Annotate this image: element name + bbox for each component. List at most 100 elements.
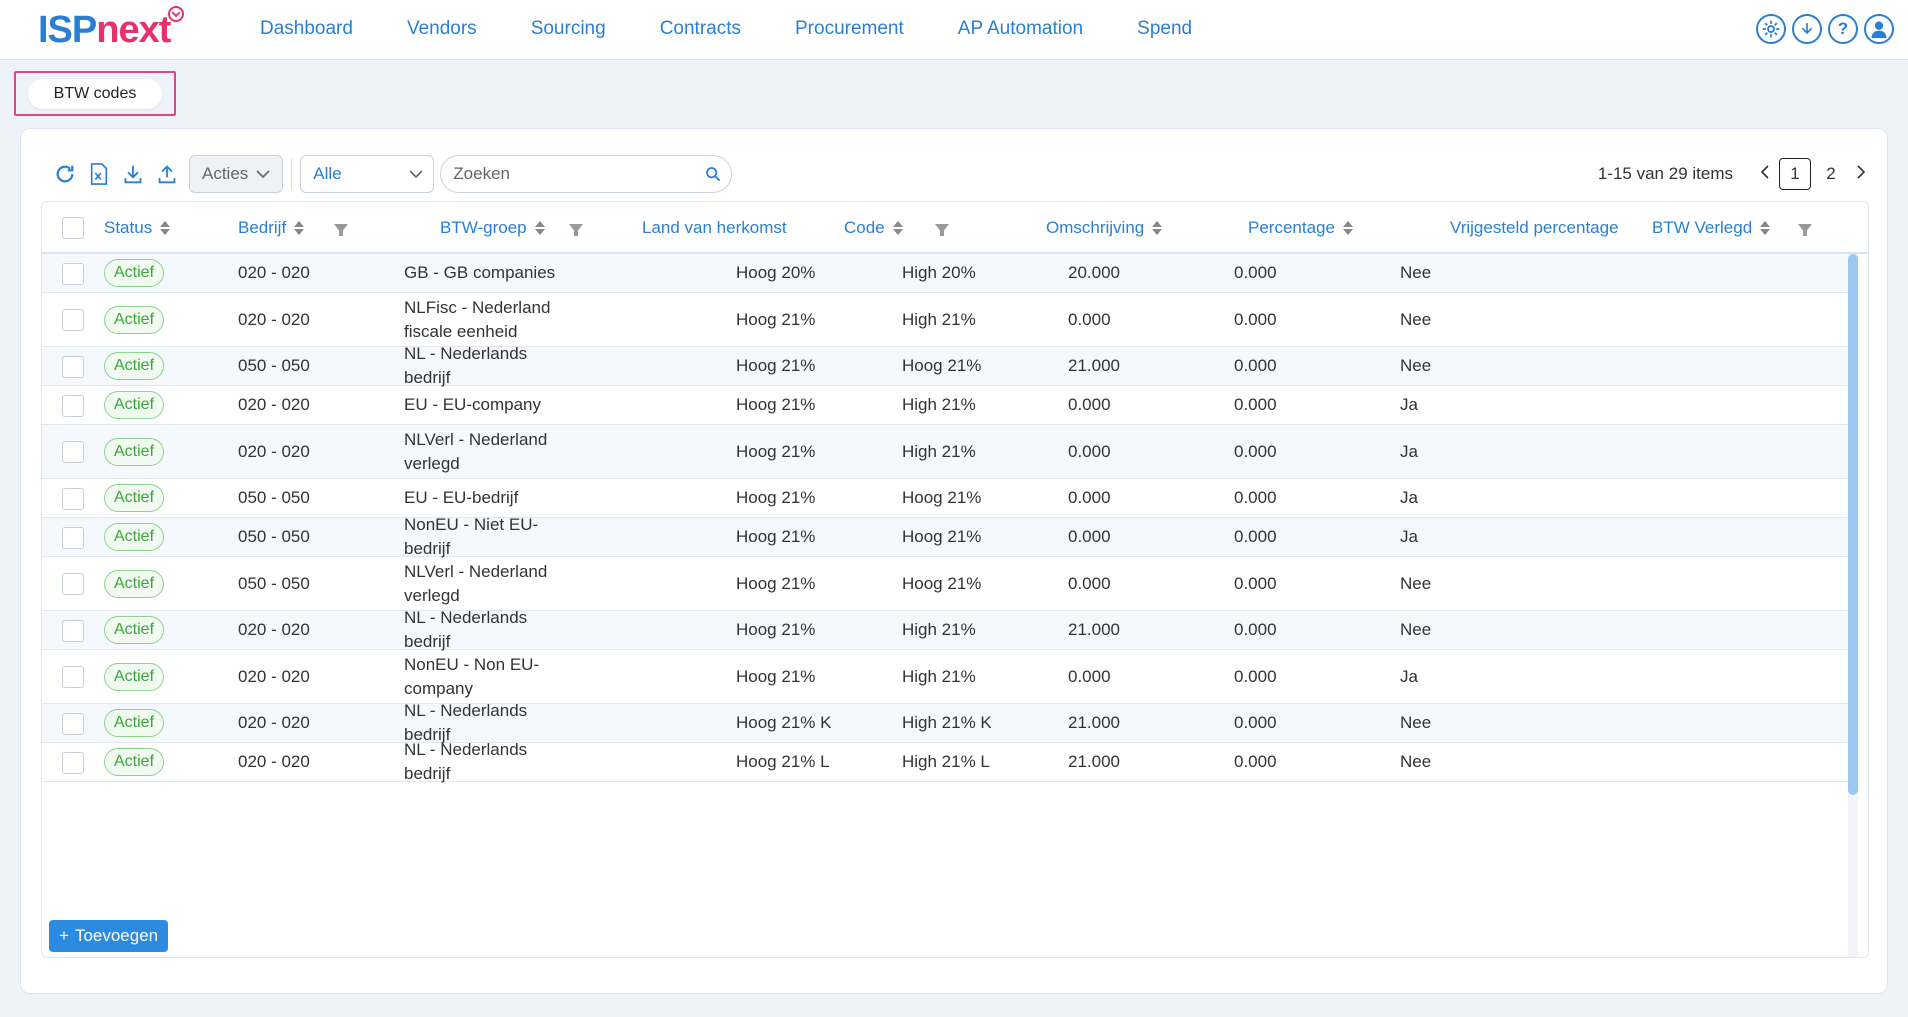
row-checkbox[interactable] [62, 309, 84, 331]
nav-vendors[interactable]: Vendors [407, 18, 477, 40]
cell-bedrijf: 050 - 050 [238, 356, 310, 375]
table-row[interactable]: Actief 050 - 050 NL - Nederlands bedrijf Ho… [42, 344, 1852, 387]
cell-code: Hoog 21% [736, 527, 816, 546]
excel-export-icon[interactable] [83, 158, 115, 190]
cell-bedrijf: 050 - 050 [238, 573, 310, 593]
filter-icon[interactable] [569, 224, 583, 236]
cell-code: Hoog 21% [736, 395, 816, 414]
actions-label: Acties [202, 164, 249, 183]
actions-dropdown[interactable]: Acties [189, 155, 284, 193]
column-header-btw-verlegd[interactable]: BTW Verlegd [1652, 202, 1782, 254]
cell-verlegd: Nee [1400, 713, 1432, 732]
column-header-land-van-herkomst[interactable]: Land van herkomst [642, 202, 832, 254]
row-checkbox[interactable] [62, 488, 84, 510]
status-badge: Actief [104, 305, 165, 334]
select-all-checkbox[interactable] [62, 217, 84, 239]
main-nav: Dashboard Vendors Sourcing Contracts Pro… [260, 0, 1246, 58]
cell-percentage: 0.000 [1068, 395, 1111, 414]
filter-select[interactable]: Alle [300, 155, 435, 193]
page-2-button[interactable]: 2 [1815, 158, 1847, 190]
cell-percentage: 20.000 [1068, 263, 1120, 282]
search-icon[interactable] [705, 166, 721, 182]
row-checkbox[interactable] [62, 573, 84, 595]
nav-spend[interactable]: Spend [1137, 18, 1192, 40]
cell-code: Hoog 21% [736, 666, 816, 686]
scrollbar-thumb[interactable] [1848, 254, 1858, 795]
filter-icon[interactable] [334, 224, 348, 236]
cell-verlegd: Nee [1400, 620, 1432, 639]
download-icon[interactable] [117, 158, 149, 190]
filter-icon[interactable] [935, 224, 949, 236]
table-row[interactable]: Actief 050 - 050 NonEU - Niet EU-bedrijf Ho… [42, 515, 1852, 558]
nav-procurement[interactable]: Procurement [795, 18, 904, 40]
table-row[interactable]: Actief 020 - 020 NLFisc - Nederland fiscal… [42, 293, 1852, 347]
row-checkbox[interactable] [62, 713, 84, 735]
cell-vrijgesteld: 0.000 [1234, 620, 1277, 639]
tab-btw-codes[interactable]: BTW codes [28, 78, 162, 109]
table-row[interactable]: Actief 020 - 020 NL - Nederlands bedrijf Ho… [42, 701, 1852, 744]
ispnext-logo[interactable]: ISP next [38, 6, 185, 52]
row-checkbox[interactable] [62, 666, 84, 688]
cell-status: Actief [104, 386, 165, 424]
refresh-icon[interactable] [49, 158, 81, 190]
cell-bedrijf: 050 - 050 [238, 488, 310, 507]
row-checkbox[interactable] [62, 441, 84, 463]
add-button-label: Toevoegen [74, 926, 159, 945]
row-checkbox[interactable] [62, 620, 84, 642]
cell-percentage: 21.000 [1068, 620, 1120, 639]
download-circle-icon[interactable] [1792, 14, 1822, 44]
grid-scrollbar[interactable] [1848, 254, 1858, 957]
cell-bedrijf: 020 - 020 [238, 666, 310, 686]
table-row[interactable]: Actief 020 - 020 EU - EU-company Hoog 21% Hi… [42, 386, 1852, 425]
row-checkbox[interactable] [62, 527, 84, 549]
top-navigation-bar: ISP next Dashboard Vendors Sourcing Contr… [0, 0, 1908, 60]
status-badge: Actief [104, 709, 165, 737]
prev-page-icon[interactable] [1753, 164, 1777, 184]
search-box [440, 155, 733, 193]
row-checkbox[interactable] [62, 395, 84, 417]
cell-status: Actief [104, 650, 165, 703]
table-row[interactable]: Actief 020 - 020 GB - GB companies Hoog 20%… [42, 254, 1852, 293]
column-header-percentage[interactable]: Percentage [1248, 202, 1388, 254]
column-header-status[interactable]: Status [104, 202, 204, 254]
upload-icon[interactable] [151, 158, 183, 190]
help-icon[interactable]: ? [1828, 14, 1858, 44]
table-row[interactable]: Actief 020 - 020 NL - Nederlands bedrijf Ho… [42, 608, 1852, 651]
cell-vrijgesteld: 0.000 [1234, 395, 1277, 414]
table-row[interactable]: Actief 050 - 050 EU - EU-bedrijf Hoog 21% Ho… [42, 479, 1852, 518]
cell-omschrijving: Hoog 21% [902, 527, 982, 546]
cell-bedrijf: 050 - 050 [238, 527, 310, 546]
search-input[interactable] [453, 164, 706, 184]
page-1-button[interactable]: 1 [1779, 158, 1811, 190]
nav-ap-automation[interactable]: AP Automation [958, 18, 1083, 40]
cell-vrijgesteld: 0.000 [1234, 752, 1277, 771]
column-header-omschrijving[interactable]: Omschrijving [1046, 202, 1186, 254]
btw-codes-panel: Acties Alle 1-15 van 29 items 1 2 Status [20, 128, 1888, 994]
row-checkbox[interactable] [62, 752, 84, 774]
cell-btw-groep: NonEU - Non EU-company [404, 654, 540, 698]
column-header-btw-groep[interactable]: BTW-groep [440, 202, 560, 254]
nav-contracts[interactable]: Contracts [660, 18, 741, 40]
filter-icon[interactable] [1798, 224, 1812, 236]
cell-btw-groep: EU - EU-bedrijf [404, 488, 519, 507]
column-header-code[interactable]: Code [844, 202, 924, 254]
nav-sourcing[interactable]: Sourcing [531, 18, 606, 40]
sort-icon [1342, 221, 1353, 235]
table-row[interactable]: Actief 020 - 020 NonEU - Non EU-company Hoo… [42, 650, 1852, 704]
cell-bedrijf: 020 - 020 [238, 309, 310, 329]
settings-gear-icon[interactable] [1756, 14, 1786, 44]
cell-status: Actief [104, 557, 165, 610]
table-row[interactable]: Actief 020 - 020 NLVerl - Nederland verleg… [42, 425, 1852, 479]
row-checkbox[interactable] [62, 263, 84, 285]
sort-icon [294, 221, 305, 235]
add-button[interactable]: + Toevoegen [49, 920, 169, 952]
nav-dashboard[interactable]: Dashboard [260, 18, 353, 40]
cell-btw-groep: NonEU - Niet EU-bedrijf [404, 515, 539, 558]
table-row[interactable]: Actief 020 - 020 NL - Nederlands bedrijf Ho… [42, 740, 1852, 783]
next-page-icon[interactable] [1849, 164, 1873, 184]
row-checkbox[interactable] [62, 356, 84, 378]
column-header-bedrijf[interactable]: Bedrijf [238, 202, 328, 254]
user-icon[interactable] [1864, 14, 1894, 44]
column-header-vrijgesteld-percentage[interactable]: Vrijgesteld percentage [1450, 202, 1646, 254]
table-row[interactable]: Actief 050 - 050 NLVerl - Nederland verleg… [42, 557, 1852, 611]
